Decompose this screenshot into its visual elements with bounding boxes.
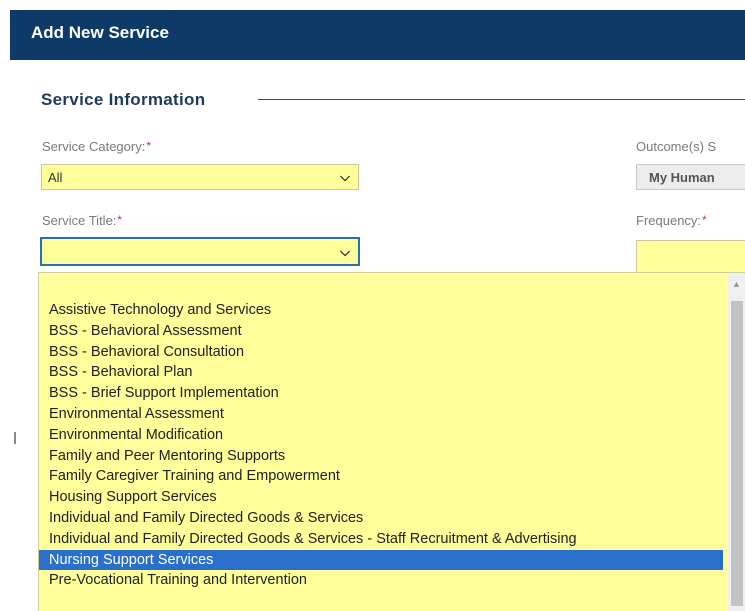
dropdown-option[interactable]: BSS - Brief Support Implementation [39,383,723,404]
chevron-down-icon: ⌵ [340,169,350,184]
frequency-select[interactable] [636,240,745,274]
service-title-dropdown[interactable]: Assistive Technology and Services BSS - … [38,272,745,611]
dropdown-option[interactable]: BSS - Behavioral Assessment [39,321,723,342]
dropdown-option[interactable]: Individual and Family Directed Goods & S… [39,508,723,529]
dropdown-option[interactable]: BSS - Behavioral Plan [39,362,723,383]
scrollbar-thumb[interactable] [731,301,743,606]
frequency-label: Frequency:* [636,213,707,228]
hidden-field-edge [14,432,16,444]
outcomes-label: Outcome(s) S [636,139,717,154]
dropdown-option[interactable]: Family and Peer Mentoring Supports [39,446,723,467]
dropdown-option[interactable]: Housing Support Services [39,487,723,508]
dropdown-options: Assistive Technology and Services BSS - … [39,300,723,591]
service-category-value: All [48,170,63,185]
service-title-label: Service Title:* [42,213,123,228]
service-category-label: Service Category:* [42,139,151,154]
section-divider [258,99,745,100]
required-marker: * [117,213,123,227]
dropdown-option[interactable]: Family Caregiver Training and Empowermen… [39,466,723,487]
dropdown-option[interactable]: Assistive Technology and Services [39,300,723,321]
dialog-header: Add New Service [10,10,745,60]
page-left-edge [0,0,10,610]
section-title: Service Information [41,90,206,109]
service-category-select[interactable]: All ⌵ [41,164,359,190]
dropdown-option[interactable]: Individual and Family Directed Goods & S… [39,529,723,550]
dropdown-option[interactable]: Pre-Vocational Training and Intervention [39,570,723,591]
required-marker: * [702,213,707,227]
dropdown-option[interactable]: Environmental Modification [39,425,723,446]
required-marker: * [146,139,151,153]
scroll-up-arrow-icon[interactable]: ▲ [732,279,741,289]
outcomes-value: My Human [649,170,715,185]
service-title-select[interactable]: ⌵ [40,237,360,266]
dropdown-scrollbar[interactable]: ▲ [728,273,745,611]
dropdown-option[interactable]: BSS - Behavioral Consultation [39,342,723,363]
dropdown-option-selected[interactable]: Nursing Support Services [39,549,723,571]
dialog-title: Add New Service [31,23,169,42]
outcomes-select[interactable]: My Human [636,164,745,190]
dropdown-option[interactable]: Environmental Assessment [39,404,723,425]
chevron-down-icon: ⌵ [340,244,350,259]
